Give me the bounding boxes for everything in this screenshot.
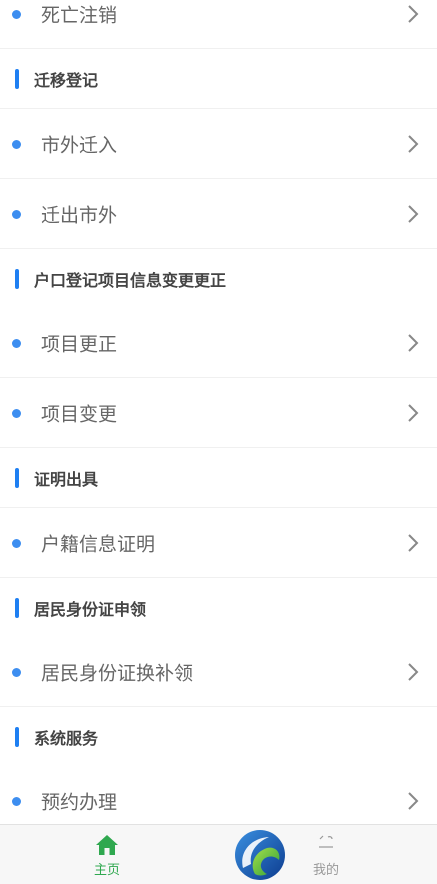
list-item-label: 项目变更	[41, 403, 118, 425]
section-marker	[15, 726, 19, 747]
section-title: 证明出具	[34, 469, 99, 489]
section-title: 居民身份证申领	[34, 599, 147, 619]
chevron-right-icon	[408, 533, 419, 552]
chevron-right-icon	[408, 333, 419, 352]
chevron-right-icon	[408, 662, 419, 681]
user-icon	[319, 835, 333, 848]
section-marker	[15, 268, 19, 289]
list-item-label: 市外迁入	[41, 134, 118, 156]
chevron-right-icon	[408, 791, 419, 810]
list-item-death-cancel[interactable]: 死亡注销	[0, 0, 437, 49]
bullet-dot	[12, 408, 21, 418]
tab-home[interactable]: 主页	[47, 825, 167, 884]
section-marker	[15, 467, 19, 488]
list-item-item-change[interactable]: 项目变更	[0, 378, 437, 448]
bullet-dot	[12, 667, 21, 677]
list-item-item-correct[interactable]: 项目更正	[0, 308, 437, 378]
list-item-id-replace[interactable]: 居民身份证换补领	[0, 637, 437, 707]
bullet-dot	[12, 9, 21, 19]
chevron-right-icon	[408, 4, 419, 23]
section-header-id-card: 居民身份证申领	[0, 578, 437, 638]
bullet-dot	[12, 209, 21, 219]
bullet-dot	[12, 796, 21, 806]
bullet-dot	[12, 538, 21, 548]
section-title: 迁移登记	[34, 70, 99, 90]
chevron-right-icon	[408, 134, 419, 153]
list-item-label: 迁出市外	[41, 204, 118, 226]
section-title: 系统服务	[34, 728, 99, 748]
section-header-migration: 迁移登记	[0, 49, 437, 109]
list-item-move-in[interactable]: 市外迁入	[0, 109, 437, 179]
list-item-label: 户籍信息证明	[41, 533, 156, 555]
bullet-dot	[12, 139, 21, 149]
bottom-tab-bar: 主页 我的	[0, 824, 437, 884]
section-header-household-info: 户口登记项目信息变更更正	[0, 249, 437, 309]
tab-mine[interactable]: 我的	[266, 825, 386, 884]
bullet-dot	[12, 338, 21, 348]
list-item-label: 居民身份证换补领	[41, 662, 194, 684]
tab-home-label: 主页	[93, 863, 120, 878]
list-item-label: 死亡注销	[41, 4, 118, 26]
section-title: 户口登记项目信息变更更正	[34, 270, 227, 290]
tab-mine-label: 我的	[312, 863, 339, 878]
screen: 死亡注销 迁移登记 市外迁入 迁出市外 户口登记项目信息变更更正 项目更正 项目…	[0, 0, 437, 884]
section-marker	[15, 597, 19, 618]
list-item-label: 预约办理	[41, 791, 118, 813]
chevron-right-icon	[408, 403, 419, 422]
list-item-move-out[interactable]: 迁出市外	[0, 179, 437, 249]
list-item-household-cert[interactable]: 户籍信息证明	[0, 508, 437, 578]
list-item-label: 项目更正	[41, 333, 118, 355]
home-icon	[96, 835, 118, 855]
section-marker	[15, 68, 19, 89]
section-header-system: 系统服务	[0, 707, 437, 767]
chevron-right-icon	[408, 204, 419, 223]
section-header-certificate: 证明出具	[0, 448, 437, 508]
